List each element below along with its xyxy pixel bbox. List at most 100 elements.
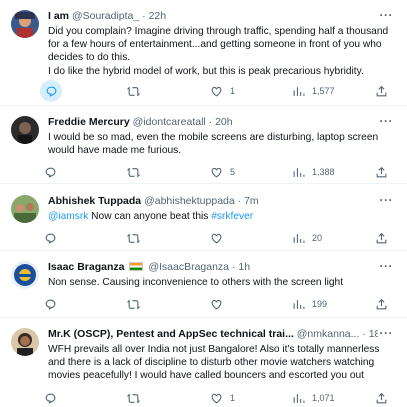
avatar[interactable] xyxy=(11,195,39,223)
author-name[interactable]: Mr.K (OSCP), Pentest and AppSec technica… xyxy=(48,328,294,340)
author-name[interactable]: Isaac Braganza xyxy=(48,261,124,273)
more-icon[interactable]: ··· xyxy=(380,193,394,207)
separator-dot: · xyxy=(362,328,366,340)
views-count: 20 xyxy=(312,233,323,243)
more-icon[interactable]: ··· xyxy=(380,8,394,22)
author-handle[interactable]: @Souradipta_ xyxy=(72,10,139,22)
tweet-3[interactable]: Abhishek Tuppada @abhishektuppada · 7m ·… xyxy=(0,184,407,251)
like-icon xyxy=(211,299,222,309)
tweet-1[interactable]: I am @Souradipta_ · 22h ··· Did you comp… xyxy=(0,0,407,106)
more-icon[interactable]: ··· xyxy=(380,114,394,128)
author-handle[interactable]: @idontcareatall xyxy=(133,116,206,128)
reply-button[interactable] xyxy=(44,228,57,248)
tweet-actions: 5 1,388 xyxy=(44,162,394,182)
reply-icon xyxy=(45,167,56,178)
like-count: 1 xyxy=(230,393,236,403)
tweet-actions: 1 1,071 xyxy=(44,388,394,407)
like-button[interactable] xyxy=(210,228,223,248)
retweet-button[interactable] xyxy=(127,81,140,101)
separator-dot: · xyxy=(142,10,146,22)
more-icon[interactable]: ··· xyxy=(380,259,394,273)
timestamp[interactable]: 22h xyxy=(149,10,167,22)
share-button[interactable] xyxy=(375,162,388,182)
tweet-text: I would be so mad, even the mobile scree… xyxy=(48,132,379,157)
tweet-text-paragraph: I do like the hybrid model of work, but … xyxy=(48,65,364,77)
reply-button[interactable] xyxy=(44,162,57,182)
retweet-button[interactable] xyxy=(127,228,140,248)
views-icon xyxy=(293,167,305,177)
like-icon xyxy=(211,393,222,403)
share-icon xyxy=(376,232,387,243)
views-count: 199 xyxy=(312,299,328,309)
share-icon xyxy=(376,298,387,309)
reply-button[interactable] xyxy=(44,388,57,407)
hashtag-link[interactable]: #srkfever xyxy=(211,211,253,222)
retweet-icon xyxy=(127,86,140,96)
reply-button[interactable] xyxy=(44,294,57,314)
retweet-icon xyxy=(127,299,140,309)
retweet-icon xyxy=(127,233,140,243)
share-button[interactable] xyxy=(375,388,388,407)
avatar[interactable] xyxy=(11,261,39,289)
author-name[interactable]: Abhishek Tuppada xyxy=(48,195,141,207)
like-button[interactable]: 5 xyxy=(210,162,235,182)
author-handle[interactable]: @abhishektuppada xyxy=(144,195,235,207)
views-button[interactable]: 199 xyxy=(292,294,327,314)
author-name[interactable]: Freddie Mercury xyxy=(48,116,130,128)
views-count: 1,388 xyxy=(312,167,335,177)
more-icon[interactable]: ··· xyxy=(380,326,394,340)
reply-icon xyxy=(46,86,56,97)
tweet-text: Did you complain? Imagine driving throug… xyxy=(48,25,393,78)
like-icon xyxy=(211,86,222,96)
share-icon xyxy=(376,392,387,403)
views-count: 1,071 xyxy=(312,393,335,403)
retweet-button[interactable] xyxy=(127,162,140,182)
share-button[interactable] xyxy=(375,228,388,248)
mention-link[interactable]: @iamsrk xyxy=(48,211,88,222)
views-icon xyxy=(293,299,305,309)
author-handle[interactable]: @nmkanna... xyxy=(297,328,360,340)
reply-button[interactable] xyxy=(40,80,62,102)
tweet-2[interactable]: Freddie Mercury @idontcareatall · 20h ··… xyxy=(0,106,407,184)
retweet-button[interactable] xyxy=(127,388,140,407)
retweet-button[interactable] xyxy=(127,294,140,314)
tweet-5[interactable]: Mr.K (OSCP), Pentest and AppSec technica… xyxy=(0,318,407,407)
like-count: 5 xyxy=(230,167,236,177)
tweet-header: Isaac Braganza @IsaacBraganza · 1h xyxy=(48,261,378,274)
author-handle[interactable]: @IsaacBraganza xyxy=(148,261,229,273)
separator-dot: · xyxy=(231,261,236,273)
separator-dot: · xyxy=(208,116,213,128)
like-button[interactable]: 1 xyxy=(210,81,235,101)
retweet-icon xyxy=(127,167,140,177)
avatar[interactable] xyxy=(11,10,39,38)
tweet-actions: 20 xyxy=(44,228,394,248)
views-button[interactable]: 1,577 xyxy=(292,81,335,101)
timestamp[interactable]: 18h xyxy=(369,328,378,340)
reply-icon xyxy=(45,299,56,310)
timestamp[interactable]: 1h xyxy=(238,261,250,273)
tweet-4[interactable]: Isaac Braganza @IsaacBraganza · 1h ··· N… xyxy=(0,251,407,318)
reply-icon xyxy=(45,393,56,404)
views-button[interactable]: 20 xyxy=(292,228,322,248)
like-button[interactable] xyxy=(210,294,223,314)
like-icon xyxy=(211,167,222,177)
avatar[interactable] xyxy=(11,328,39,356)
views-button[interactable]: 1,071 xyxy=(292,388,335,407)
share-button[interactable] xyxy=(375,294,388,314)
like-count: 1 xyxy=(230,86,236,96)
views-icon xyxy=(293,86,305,96)
views-button[interactable]: 1,388 xyxy=(292,162,335,182)
share-button[interactable] xyxy=(375,81,388,101)
india-flag-icon xyxy=(129,262,144,271)
author-name[interactable]: I am xyxy=(48,10,69,22)
share-icon xyxy=(376,85,387,96)
timestamp[interactable]: 7m xyxy=(244,195,259,207)
tweet-text: @iamsrk Now can anyone beat this #srkfev… xyxy=(48,210,393,223)
avatar[interactable] xyxy=(11,116,39,144)
share-icon xyxy=(376,166,387,177)
views-icon xyxy=(293,393,305,403)
like-button[interactable]: 1 xyxy=(210,388,235,407)
tweet-header: Abhishek Tuppada @abhishektuppada · 7m xyxy=(48,195,378,208)
tweet-text-paragraph: Did you complain? Imagine driving throug… xyxy=(48,26,389,64)
timestamp[interactable]: 20h xyxy=(215,116,233,128)
